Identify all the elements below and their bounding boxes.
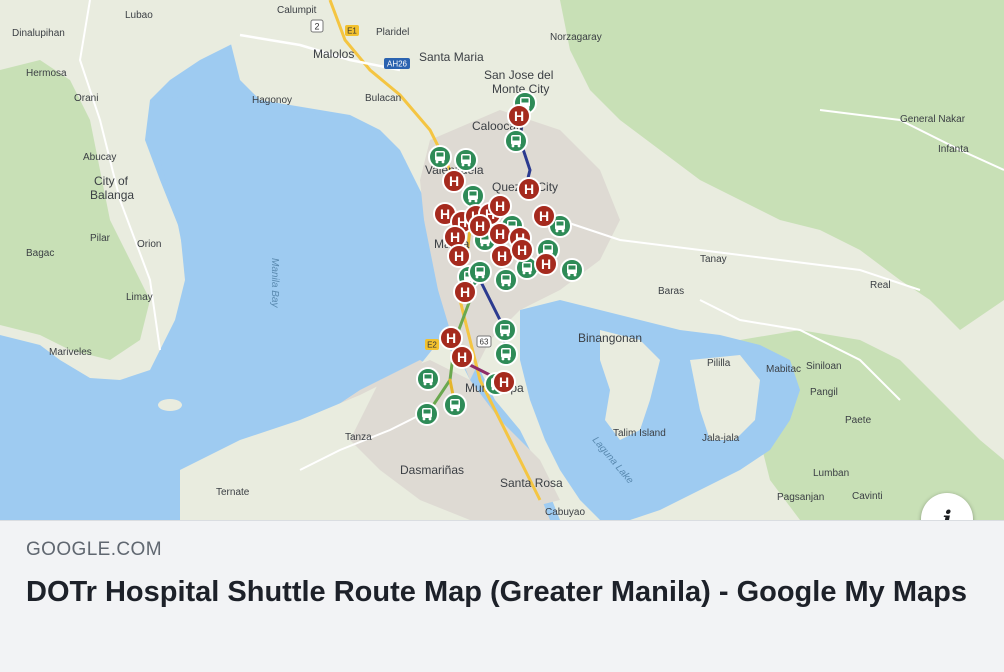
hospital-marker: H <box>510 238 534 262</box>
label-tanza: Tanza <box>345 432 372 443</box>
label-bulacan: Bulacan <box>365 93 401 104</box>
label-talim-island: Talim Island <box>613 428 666 439</box>
label-city-of-balanga: City of <box>94 174 129 188</box>
label-mabitac: Mabitac <box>766 364 801 375</box>
label-tanay: Tanay <box>700 254 727 265</box>
hospital-marker: H <box>488 222 512 246</box>
label-city-of-balanga-2: Balanga <box>90 188 134 202</box>
label-cavinti: Cavinti <box>852 491 883 502</box>
label-pagsanjan: Pagsanjan <box>777 492 824 503</box>
hospital-marker-letter: H <box>495 198 505 214</box>
hospital-marker: H <box>507 104 531 128</box>
hospital-marker-letter: H <box>475 218 485 234</box>
shield-r2: 2 <box>314 22 319 32</box>
label-pilar: Pilar <box>90 233 111 244</box>
link-title[interactable]: DOTr Hospital Shuttle Route Map (Greater… <box>26 573 978 611</box>
label-lumban: Lumban <box>813 468 849 479</box>
corregidor-island <box>158 399 182 411</box>
label-malolos: Malolos <box>313 47 354 61</box>
label-manila-bay: Manila Bay <box>269 258 280 308</box>
label-paete: Paete <box>845 415 872 426</box>
label-binangonan: Binangonan <box>578 331 642 345</box>
label-dasmarinas: Dasmariñas <box>400 463 464 477</box>
label-limay: Limay <box>126 292 153 303</box>
label-pangil: Pangil <box>810 387 838 398</box>
hospital-marker-letter: H <box>460 284 470 300</box>
label-infanta: Infanta <box>938 144 969 155</box>
hospital-marker: H <box>492 370 516 394</box>
shield-e1: E1 <box>347 27 357 36</box>
bus-stop-marker <box>415 402 439 426</box>
shield-e2: E2 <box>427 341 437 350</box>
hospital-marker: H <box>447 244 471 268</box>
label-mariveles: Mariveles <box>49 347 92 358</box>
hospital-marker-letter: H <box>517 242 527 258</box>
label-ternate: Ternate <box>216 487 250 498</box>
hospital-marker-letter: H <box>497 248 507 264</box>
hospital-marker: H <box>532 204 556 228</box>
hospital-marker: H <box>534 252 558 276</box>
hospital-marker: H <box>490 244 514 268</box>
hospital-marker: H <box>450 345 474 369</box>
label-orani: Orani <box>74 93 98 104</box>
label-san-jose-del-monte: San Jose del <box>484 68 553 82</box>
hospital-marker-letter: H <box>457 349 467 365</box>
bus-stop-marker <box>443 393 467 417</box>
link-domain: GOOGLE.COM <box>26 539 162 560</box>
link-meta[interactable]: GOOGLE.COM DOTr Hospital Shuttle Route M… <box>0 520 1004 672</box>
bus-stop-marker <box>494 268 518 292</box>
bus-stop-marker <box>428 145 452 169</box>
info-icon: i <box>942 504 952 521</box>
bus-stop-marker <box>560 258 584 282</box>
bus-stop-marker <box>468 260 492 284</box>
link-preview-card[interactable]: AH26 E1 2 63 E2 Lubao Calumpit Plaridel … <box>0 0 1004 672</box>
label-pililla: Pililla <box>707 358 731 369</box>
label-general-nakar: General Nakar <box>900 114 966 125</box>
label-hermosa: Hermosa <box>26 68 67 79</box>
label-abucay: Abucay <box>83 152 116 163</box>
hospital-marker: H <box>517 177 541 201</box>
hospital-marker-letter: H <box>499 374 509 390</box>
label-jala-jala: Jala-jala <box>702 433 740 444</box>
label-santa-rosa: Santa Rosa <box>500 476 563 490</box>
hospital-marker-letter: H <box>449 173 459 189</box>
bus-stop-marker <box>493 318 517 342</box>
bus-stop-marker <box>416 367 440 391</box>
bus-stop-marker <box>504 129 528 153</box>
map-canvas: AH26 E1 2 63 E2 Lubao Calumpit Plaridel … <box>0 0 1004 520</box>
label-norzagaray: Norzagaray <box>550 32 602 43</box>
hospital-marker-letter: H <box>440 206 450 222</box>
hospital-marker-letter: H <box>539 208 549 224</box>
shield-ah26: AH26 <box>387 60 408 69</box>
bus-stop-marker <box>494 342 518 366</box>
bus-stop-marker <box>454 148 478 172</box>
label-baras: Baras <box>658 286 684 297</box>
label-cabuyao: Cabuyao <box>545 507 585 518</box>
label-real: Real <box>870 280 891 291</box>
hospital-marker-letter: H <box>454 248 464 264</box>
hospital-marker: H <box>442 169 466 193</box>
hospital-marker-letter: H <box>446 330 456 346</box>
label-lubao: Lubao <box>125 10 153 21</box>
hospital-marker-letter: H <box>524 181 534 197</box>
label-orion: Orion <box>137 239 161 250</box>
hospital-marker-letter: H <box>514 108 524 124</box>
hospital-marker: H <box>453 280 477 304</box>
label-bagac: Bagac <box>26 248 54 259</box>
bus-stop-marker <box>461 184 485 208</box>
label-siniloan: Siniloan <box>806 361 842 372</box>
map-thumbnail[interactable]: AH26 E1 2 63 E2 Lubao Calumpit Plaridel … <box>0 0 1004 520</box>
hospital-marker-letter: H <box>541 256 551 272</box>
hospital-marker-letter: H <box>450 229 460 245</box>
label-santa-maria: Santa Maria <box>419 50 484 64</box>
label-hagonoy: Hagonoy <box>252 95 292 106</box>
label-dinalupihan: Dinalupihan <box>12 28 65 39</box>
shield-r63: 63 <box>480 338 489 347</box>
hospital-marker: H <box>488 194 512 218</box>
label-plaridel: Plaridel <box>376 27 409 38</box>
hospital-marker-letter: H <box>495 226 505 242</box>
hospital-marker: H <box>468 214 492 238</box>
label-calumpit: Calumpit <box>277 5 317 16</box>
